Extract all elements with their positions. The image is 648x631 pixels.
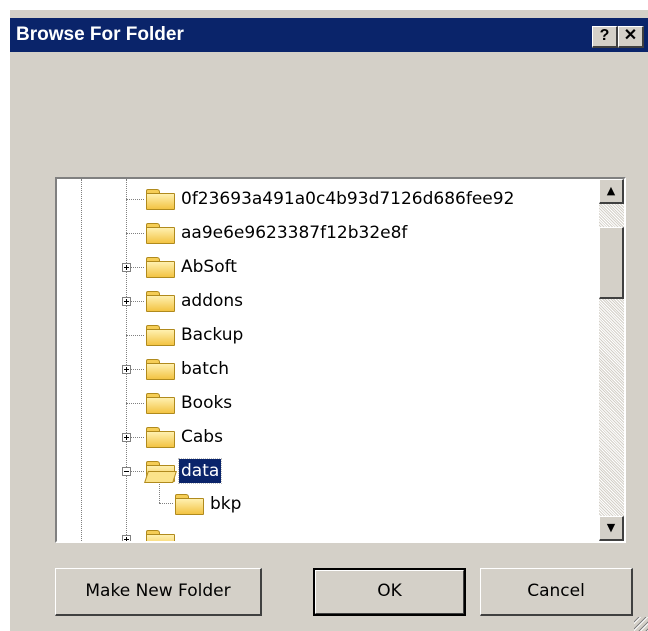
expand-icon[interactable] xyxy=(122,297,131,306)
folder-icon xyxy=(145,529,175,541)
tree-item-label[interactable]: addons xyxy=(179,289,245,313)
tree-branch-line xyxy=(126,199,144,200)
folder-icon xyxy=(174,493,204,515)
expand-icon[interactable] xyxy=(122,535,131,541)
ok-button-label: OK xyxy=(315,570,464,614)
tree-item-label[interactable]: Backup xyxy=(179,323,245,347)
tree-item-label[interactable]: 0f23693a491a0c4b93d7126d686fee92 xyxy=(179,187,516,211)
tree-guide-line xyxy=(81,179,82,541)
expand-icon[interactable] xyxy=(122,263,131,272)
tree-branch-line xyxy=(126,403,144,404)
scroll-up-button[interactable]: ▲ xyxy=(599,179,624,204)
dialog-title: Browse For Folder xyxy=(16,24,184,45)
folder-icon xyxy=(145,358,175,380)
folder-icon xyxy=(145,256,175,278)
tree-item-label[interactable]: Cabs xyxy=(179,425,225,449)
folder-icon xyxy=(145,392,175,414)
folder-icon xyxy=(145,290,175,312)
scroll-thumb[interactable] xyxy=(599,227,624,299)
help-button[interactable]: ? xyxy=(592,26,618,48)
tree-guide-line xyxy=(159,481,160,503)
tree-branch-line xyxy=(126,233,144,234)
browse-for-folder-dialog: Browse For Folder ? ✕ 0f23693a491a0c4b93… xyxy=(8,8,648,631)
tree-item-label[interactable]: AbSoft xyxy=(179,255,239,279)
ok-button[interactable]: OK xyxy=(313,568,466,616)
title-bar[interactable]: Browse For Folder ? ✕ xyxy=(10,18,648,52)
folder-icon xyxy=(145,188,175,210)
scroll-down-button[interactable]: ▼ xyxy=(599,516,624,541)
resize-grip[interactable] xyxy=(634,617,648,631)
vertical-scrollbar[interactable]: ▲ ▼ xyxy=(599,179,624,541)
cancel-button[interactable]: Cancel xyxy=(480,568,633,616)
expand-icon[interactable] xyxy=(122,433,131,442)
close-button[interactable]: ✕ xyxy=(618,26,644,48)
tree-item-label[interactable]: batch xyxy=(179,357,231,381)
tree-item-label[interactable]: aa9e6e9623387f12b32e8f xyxy=(179,221,409,245)
folder-tree[interactable]: 0f23693a491a0c4b93d7126d686fee92 aa9e6e9… xyxy=(57,179,599,541)
folder-icon xyxy=(145,426,175,448)
make-new-folder-button[interactable]: Make New Folder xyxy=(55,568,262,616)
tree-item-label[interactable]: Books xyxy=(179,391,234,415)
expand-icon[interactable] xyxy=(122,365,131,374)
folder-icon xyxy=(145,324,175,346)
tree-guide-line xyxy=(159,503,173,504)
folder-icon xyxy=(145,222,175,244)
collapse-icon[interactable] xyxy=(122,467,131,476)
folder-tree-frame: 0f23693a491a0c4b93d7126d686fee92 aa9e6e9… xyxy=(55,177,626,543)
tree-branch-line xyxy=(126,335,144,336)
tree-item-label-selected[interactable]: data xyxy=(177,458,223,484)
open-folder-icon xyxy=(145,460,175,482)
tree-item-label[interactable]: bkp xyxy=(208,492,243,516)
